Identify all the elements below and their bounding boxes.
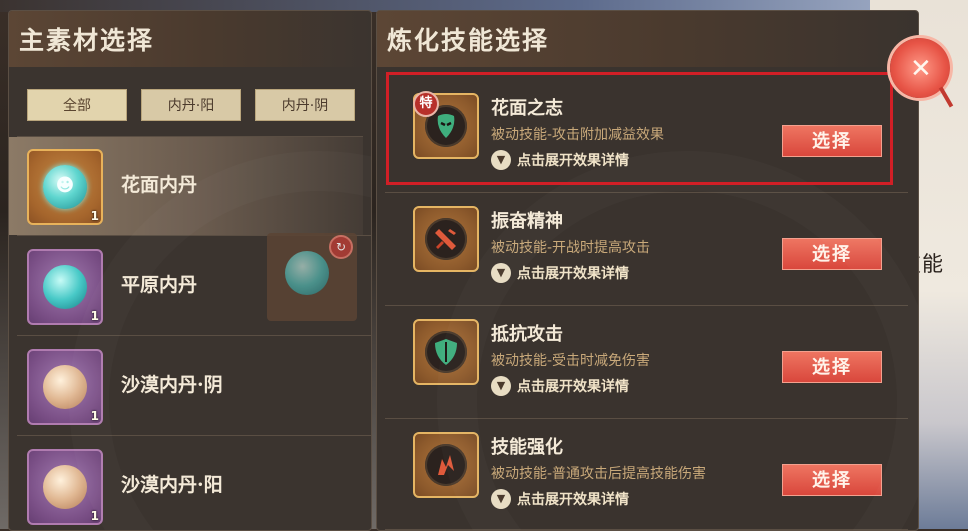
close-icon: ✕ — [910, 54, 932, 84]
tassel-decoration — [938, 86, 954, 108]
material-item[interactable]: ☻ 1 花面内丹 — [9, 137, 363, 235]
skill-name: 抵抗攻击 — [491, 324, 563, 345]
skill-name: 技能强化 — [491, 437, 563, 458]
item-count: 1 — [90, 209, 99, 223]
skill-name: 振奋精神 — [491, 211, 563, 232]
panel-title: 主素材选择 — [19, 26, 155, 55]
main-material-panel: 主素材选择 全部 内丹·阳 内丹·阴 ☻ 1 花面内丹 1 平原内丹 1 沙漠内… — [8, 10, 372, 531]
material-name: 沙漠内丹·阴 — [121, 374, 223, 396]
item-count: 1 — [90, 409, 99, 423]
select-button[interactable]: 选择 — [782, 238, 882, 270]
selected-skill-highlight — [386, 72, 893, 185]
chevron-down-icon: ▼ — [491, 263, 511, 283]
divider — [17, 335, 371, 336]
material-name: 平原内丹 — [121, 274, 198, 296]
expand-details-link[interactable]: ▼ 点击展开效果详情 — [491, 488, 629, 510]
tab-all[interactable]: 全部 — [27, 89, 127, 121]
skill-item: 抵抗攻击 被动技能-受击时减免伤害 ▼ 点击展开效果详情 选择 — [377, 305, 918, 417]
filter-tabs: 全部 内丹·阳 内丹·阴 — [9, 79, 371, 125]
select-button[interactable]: 选择 — [782, 351, 882, 383]
select-button[interactable]: 选择 — [782, 464, 882, 496]
flower-face-pill-icon: ☻ 1 — [27, 149, 103, 225]
expand-details-link[interactable]: ▼ 点击展开效果详情 — [491, 262, 629, 284]
skill-description: 被动技能-开战时提高攻击 — [491, 240, 651, 256]
material-item[interactable]: 1 沙漠内丹·阴 — [9, 337, 363, 435]
skill-description: 被动技能-普通攻击后提高技能伤害 — [491, 466, 707, 482]
item-count: 1 — [90, 509, 99, 523]
material-item[interactable]: 1 沙漠内丹·阳 — [9, 437, 363, 530]
material-name: 沙漠内丹·阳 — [121, 474, 223, 496]
drag-preview-card: ↻ — [267, 233, 357, 321]
tab-pill-yin[interactable]: 内丹·阴 — [255, 89, 355, 121]
material-name: 花面内丹 — [121, 174, 198, 196]
tab-pill-yang[interactable]: 内丹·阳 — [141, 89, 241, 121]
divider — [385, 529, 908, 530]
item-count: 1 — [90, 309, 99, 323]
close-button[interactable]: ✕ — [888, 18, 962, 108]
power-burst-icon — [413, 432, 479, 498]
chevron-down-icon: ▼ — [491, 489, 511, 509]
skill-item: 技能强化 被动技能-普通攻击后提高技能伤害 ▼ 点击展开效果详情 选择 — [377, 418, 918, 530]
swirl-badge-icon: ↻ — [329, 235, 353, 259]
chevron-down-icon: ▼ — [491, 376, 511, 396]
skill-item: 振奋精神 被动技能-开战时提高攻击 ▼ 点击展开效果详情 选择 — [377, 192, 918, 304]
shield-icon — [413, 319, 479, 385]
desert-pill-yang-icon: 1 — [27, 449, 103, 525]
panel-header: 主素材选择 — [9, 11, 371, 67]
expand-details-link[interactable]: ▼ 点击展开效果详情 — [491, 375, 629, 397]
panel-title: 炼化技能选择 — [387, 26, 550, 55]
panel-header: 炼化技能选择 — [377, 11, 918, 67]
sword-icon — [413, 206, 479, 272]
desert-pill-yin-icon: 1 — [27, 349, 103, 425]
plain-pill-icon: 1 — [27, 249, 103, 325]
skill-description: 被动技能-受击时减免伤害 — [491, 353, 651, 369]
divider — [17, 435, 371, 436]
